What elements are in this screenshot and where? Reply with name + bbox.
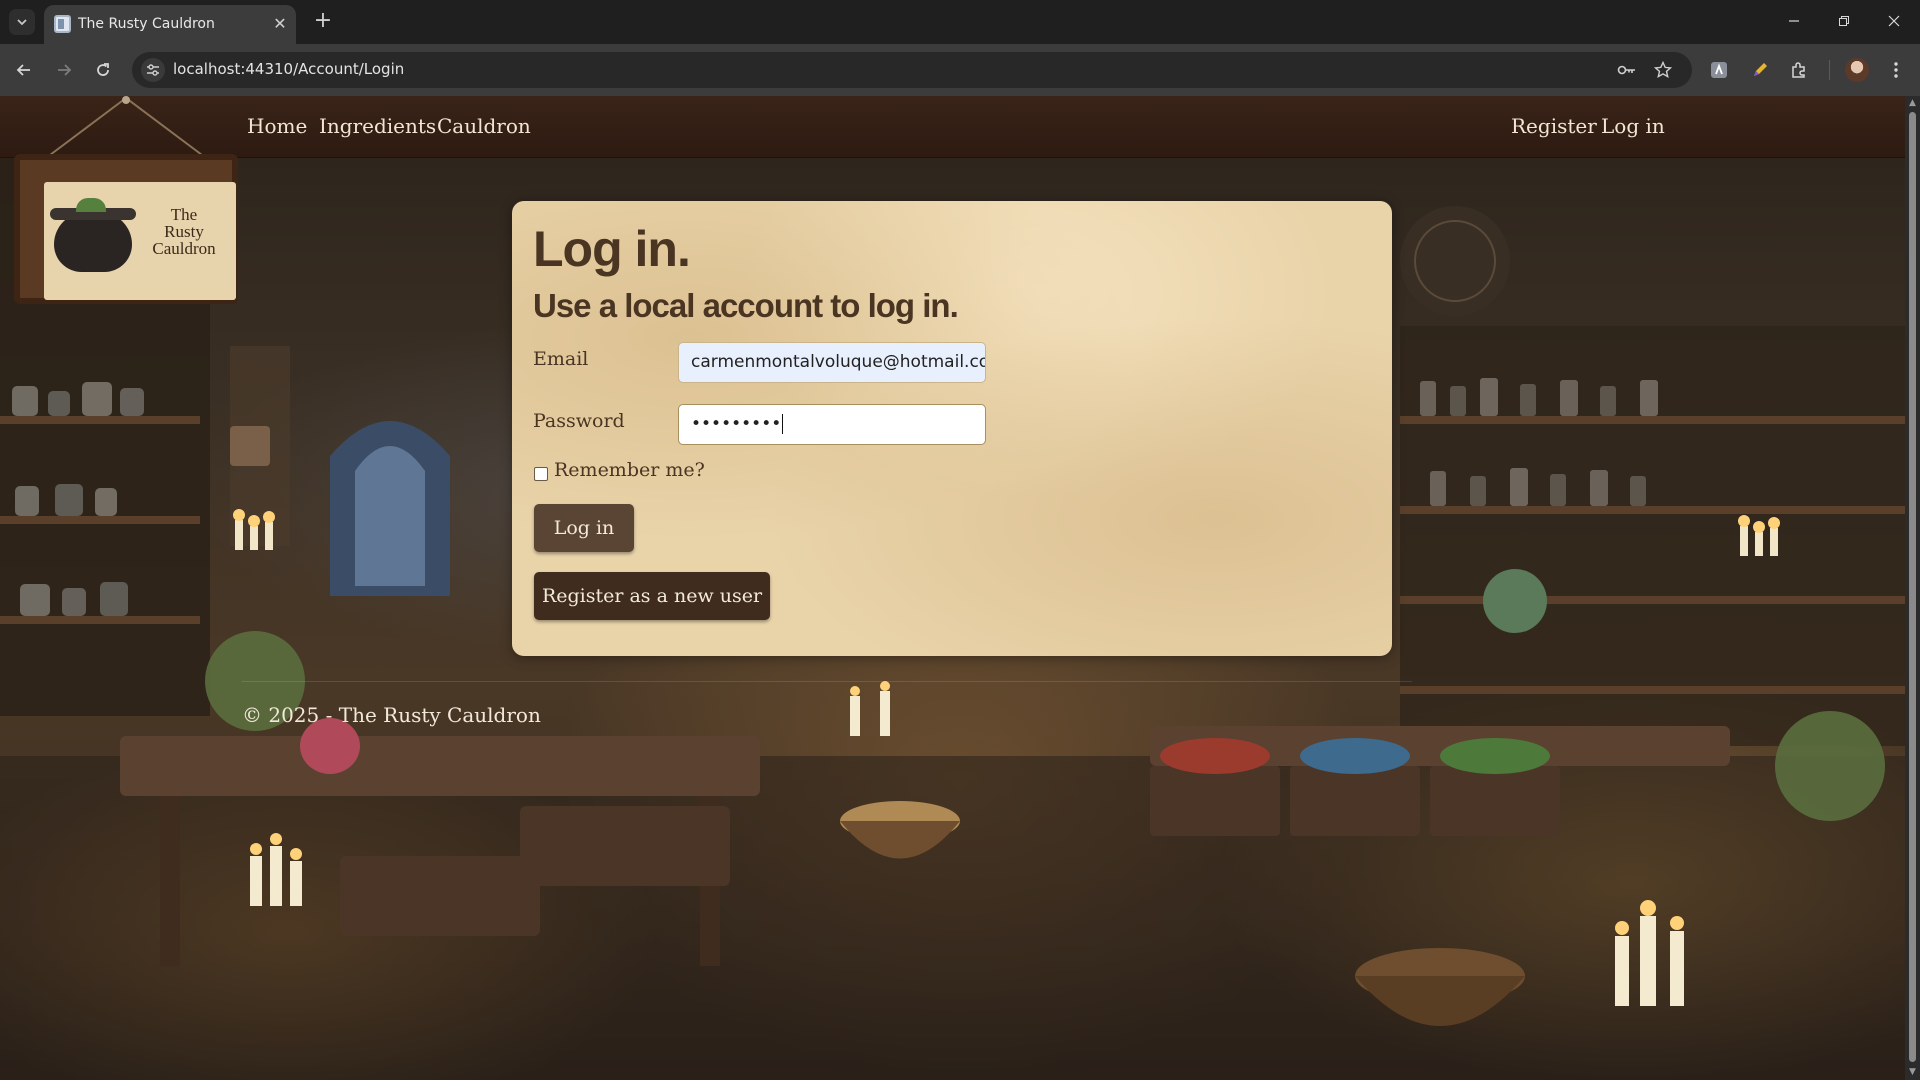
login-card: Log in. Use a local account to log in. E… [512,201,1392,656]
logo-text-line-1: The [170,205,198,224]
browser-tab-strip: The Rusty Cauldron ✕ + [0,0,1920,44]
star-icon [1654,61,1672,79]
nav-link-register[interactable]: Register [1511,114,1597,138]
site-logo[interactable]: The Rusty Cauldron [6,96,246,314]
logo-board: The Rusty Cauldron [14,154,238,304]
page-scrollbar[interactable]: ▲ ▼ [1905,96,1920,1080]
login-button[interactable]: Log in [534,504,634,552]
chevron-down-icon [17,19,27,26]
key-icon [1617,65,1635,75]
email-value: carmenmontalvoluque@hotmail.co [691,352,986,372]
logo-panel: The Rusty Cauldron [44,182,236,300]
logo-text: The Rusty Cauldron [139,206,229,257]
password-key-button[interactable] [1615,58,1639,82]
scrollbar-thumb[interactable] [1909,112,1916,1062]
page-viewport: Home Ingredients Cauldron Register Log i… [0,96,1920,1080]
extension-b-button[interactable] [1747,57,1773,83]
back-button[interactable] [11,57,37,83]
close-icon [1888,15,1900,27]
logo-text-line-2: Rusty [164,222,204,241]
browser-toolbar: localhost:44310/Account/Login [0,44,1920,96]
restore-window-button[interactable] [1821,6,1867,36]
remember-me-checkbox[interactable] [534,467,548,481]
tune-icon [147,64,159,76]
page-subtitle: Use a local account to log in. [533,287,959,324]
scroll-down-icon[interactable]: ▼ [1908,1068,1917,1077]
new-tab-button[interactable]: + [310,8,336,34]
site-info-button[interactable] [141,58,165,82]
password-label: Password [533,410,625,432]
scroll-up-icon[interactable]: ▲ [1908,99,1917,108]
profile-button[interactable] [1844,57,1870,83]
site-navbar: Home Ingredients Cauldron Register Log i… [0,96,1905,158]
minimize-icon [1789,20,1799,22]
browser-tab-active[interactable]: The Rusty Cauldron ✕ [44,5,296,44]
apothecary-background: Home Ingredients Cauldron Register Log i… [0,96,1905,1080]
nav-link-cauldron[interactable]: Cauldron [437,114,531,138]
extension-a-button[interactable] [1706,57,1732,83]
password-value: ••••••••• [691,414,782,434]
cauldron-icon [50,198,136,272]
page-title: Log in. [533,221,691,277]
bookmark-star-button[interactable] [1651,58,1675,82]
logo-text-line-3: Cauldron [152,239,216,258]
arrow-left-icon [16,64,30,76]
nav-link-ingredients[interactable]: Ingredients [319,114,436,138]
reload-button[interactable] [90,57,116,83]
tab-search-button[interactable] [9,9,35,35]
reload-icon [97,63,109,76]
toolbar-separator [1829,60,1830,80]
puzzle-icon [1792,62,1805,78]
footer-text: © 2025 - The Rusty Cauldron [242,703,541,727]
url-text[interactable]: localhost:44310/Account/Login [173,60,404,78]
close-window-button[interactable] [1871,6,1917,36]
extension-app-icon [1711,62,1727,78]
nav-link-home[interactable]: Home [247,114,307,138]
minimize-window-button[interactable] [1771,6,1817,36]
browser-menu-button[interactable] [1883,57,1909,83]
forward-button[interactable] [51,57,77,83]
email-field[interactable]: carmenmontalvoluque@hotmail.co [678,342,986,383]
footer-divider [242,681,1412,682]
pen-icon [1754,63,1767,76]
register-new-user-button[interactable]: Register as a new user [534,572,770,620]
restore-icon [1839,16,1849,26]
text-caret [782,414,784,434]
email-label: Email [533,348,589,370]
page-favicon-icon [54,15,71,33]
tab-close-icon[interactable]: ✕ [270,14,290,34]
extensions-button[interactable] [1786,57,1812,83]
tab-title: The Rusty Cauldron [78,16,215,32]
arrow-right-icon [58,64,72,76]
address-bar[interactable]: localhost:44310/Account/Login [132,52,1692,88]
nav-link-login[interactable]: Log in [1601,114,1665,138]
password-field[interactable]: ••••••••• [678,404,986,445]
remember-me-label[interactable]: Remember me? [554,459,705,481]
avatar [1845,58,1869,82]
kebab-menu-icon [1894,62,1898,78]
